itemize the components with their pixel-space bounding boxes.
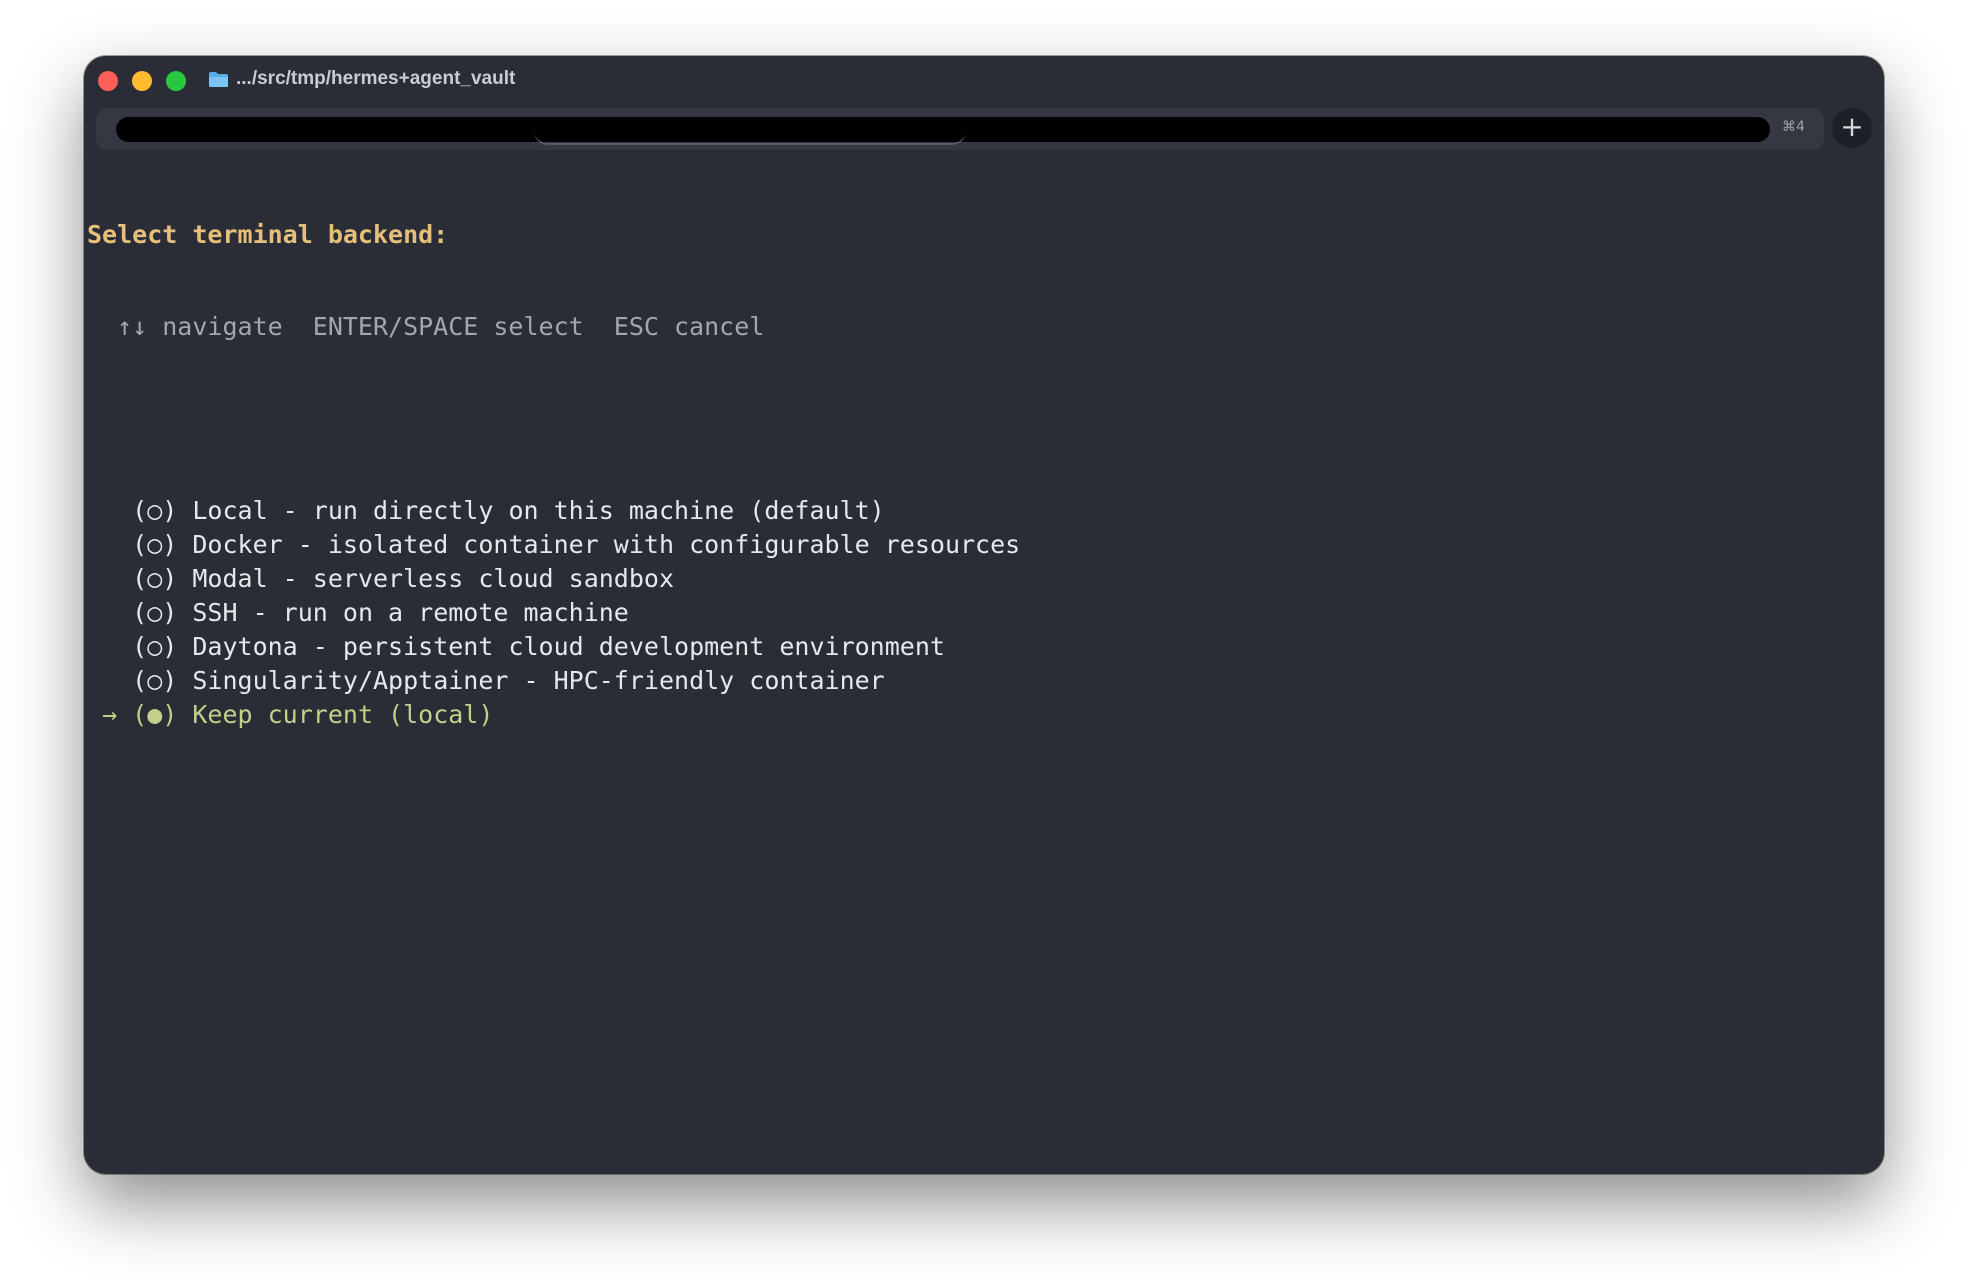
window-title: .../src/tmp/hermes+agent_vault (236, 68, 516, 89)
option-label: Docker - isolated container with configu… (192, 530, 1021, 559)
option-label: Daytona - persistent cloud development e… (192, 632, 945, 661)
marker-space (87, 632, 132, 661)
arrow-icon: → (87, 700, 133, 729)
key-hints: ↑↓ navigate ENTER/SPACE select ESC cance… (87, 312, 765, 341)
terminal-content[interactable]: Select terminal backend: ↑↓ navigate ENT… (87, 160, 1020, 790)
separator (177, 632, 192, 661)
marker-space (87, 666, 132, 695)
radio-empty-icon[interactable]: (○) (132, 632, 177, 661)
separator (177, 564, 192, 593)
option-label: SSH - run on a remote machine (192, 598, 629, 627)
option-row[interactable]: (○) Docker - isolated container with con… (87, 528, 1020, 562)
marker-space (87, 530, 132, 559)
tab-current[interactable] (534, 108, 966, 145)
separator (177, 530, 192, 559)
option-label: Local - run directly on this machine (de… (192, 496, 885, 525)
separator (177, 666, 192, 695)
separator (177, 496, 192, 525)
close-button[interactable] (98, 71, 118, 91)
folder-icon (209, 72, 228, 87)
zoom-button[interactable] (166, 71, 186, 91)
option-label: Keep current (local) (192, 700, 494, 729)
option-label: Singularity/Apptainer - HPC-friendly con… (192, 666, 885, 695)
separator (177, 700, 192, 729)
marker-space (87, 564, 132, 593)
option-row[interactable]: (○) Daytona - persistent cloud developme… (87, 630, 1020, 664)
option-row[interactable]: (○) Singularity/Apptainer - HPC-friendly… (87, 664, 1020, 698)
option-row[interactable]: (○) Local - run directly on this machine… (87, 494, 1020, 528)
option-row[interactable]: (○) Modal - serverless cloud sandbox (87, 562, 1020, 596)
minimize-button[interactable] (132, 71, 152, 91)
title-bar: .../src/tmp/hermes+agent_vault (84, 56, 1884, 106)
option-list: (○) Local - run directly on this machine… (87, 494, 1020, 732)
new-tab-button[interactable]: + (1832, 108, 1872, 148)
radio-empty-icon[interactable]: (○) (132, 530, 177, 559)
radio-empty-icon[interactable]: (○) (132, 666, 177, 695)
option-row-selected[interactable]: → (●) Keep current (local) (87, 698, 1020, 732)
radio-empty-icon[interactable]: (○) (132, 598, 177, 627)
marker-space (87, 496, 132, 525)
radio-selected-icon[interactable]: (●) (132, 700, 177, 729)
radio-empty-icon[interactable]: (○) (132, 564, 177, 593)
tab-shortcut: ⌘4 (1782, 119, 1805, 135)
option-label: Modal - serverless cloud sandbox (192, 564, 675, 593)
marker-space (87, 598, 132, 627)
option-row[interactable]: (○) SSH - run on a remote machine (87, 596, 1020, 630)
radio-empty-icon[interactable]: (○) (132, 496, 177, 525)
prompt-title: Select terminal backend: (87, 220, 449, 249)
separator (177, 598, 192, 627)
terminal-window: .../src/tmp/hermes+agent_vault ⌘4 + Sele… (84, 56, 1884, 1174)
